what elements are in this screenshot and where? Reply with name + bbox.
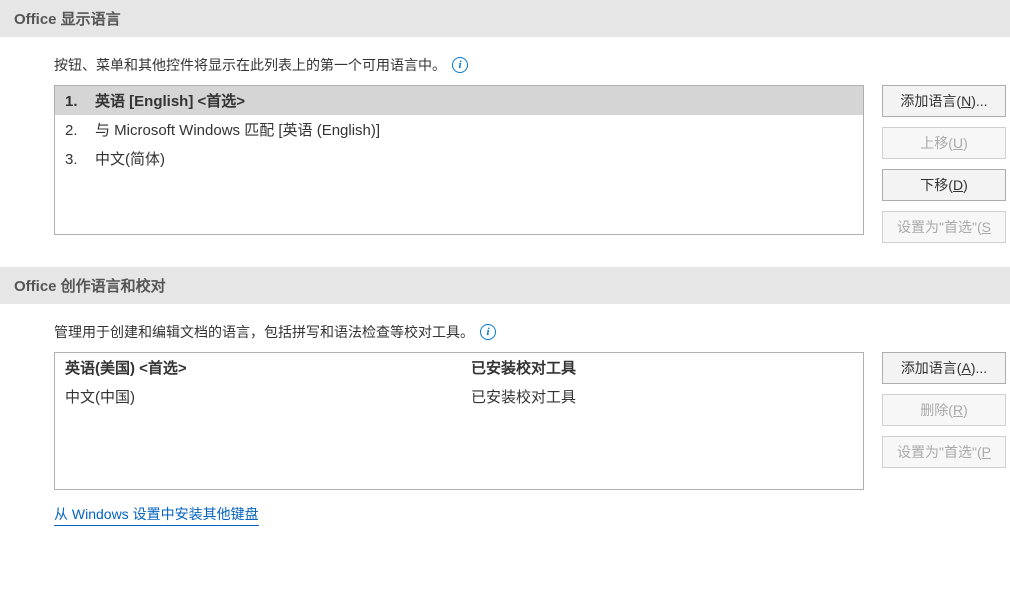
display-language-description: 按钮、菜单和其他控件将显示在此列表上的第一个可用语言中。 — [54, 55, 446, 75]
item-number: 3. — [65, 151, 95, 168]
list-item[interactable]: 1. 英语 [English] <首选> — [55, 86, 863, 115]
author-language-title: Office 创作语言和校对 — [14, 278, 166, 295]
item-status: 已安装校对工具 — [471, 386, 853, 407]
display-language-listbox[interactable]: 1. 英语 [English] <首选> 2. 与 Microsoft Wind… — [54, 85, 864, 235]
info-icon[interactable]: i — [480, 324, 496, 340]
remove-button: 删除(R) — [882, 394, 1006, 426]
list-item[interactable]: 3. 中文(简体) — [55, 144, 863, 173]
author-language-body: 管理用于创建和编辑文档的语言，包括拼写和语法检查等校对工具。 i 英语(美国) … — [0, 322, 1010, 550]
add-author-language-button[interactable]: 添加语言(A)... — [882, 352, 1006, 384]
item-number: 2. — [65, 122, 95, 139]
author-language-listbox[interactable]: 英语(美国) <首选> 已安装校对工具 中文(中国) 已安装校对工具 — [54, 352, 864, 490]
item-label: 与 Microsoft Windows 匹配 [英语 (English)] — [95, 119, 853, 140]
display-language-content: 1. 英语 [English] <首选> 2. 与 Microsoft Wind… — [54, 85, 1010, 243]
display-language-body: 按钮、菜单和其他控件将显示在此列表上的第一个可用语言中。 i 1. 英语 [En… — [0, 55, 1010, 267]
info-icon[interactable]: i — [452, 57, 468, 73]
item-lang: 英语(美国) <首选> — [65, 357, 471, 378]
author-language-description: 管理用于创建和编辑文档的语言，包括拼写和语法检查等校对工具。 — [54, 322, 474, 342]
set-preferred-button: 设置为"首选"(S — [882, 211, 1006, 243]
display-language-header: Office 显示语言 — [0, 0, 1010, 37]
author-language-buttons: 添加语言(A)... 删除(R) 设置为"首选"(P — [882, 352, 1006, 468]
item-label: 英语 [English] <首选> — [95, 90, 853, 111]
list-item[interactable]: 英语(美国) <首选> 已安装校对工具 — [55, 353, 863, 382]
display-language-description-row: 按钮、菜单和其他控件将显示在此列表上的第一个可用语言中。 i — [54, 55, 1010, 75]
list-item[interactable]: 2. 与 Microsoft Windows 匹配 [英语 (English)] — [55, 115, 863, 144]
author-language-description-row: 管理用于创建和编辑文档的语言，包括拼写和语法检查等校对工具。 i — [54, 322, 1010, 342]
display-language-title: Office 显示语言 — [14, 11, 121, 28]
author-language-header: Office 创作语言和校对 — [0, 267, 1010, 304]
item-label: 中文(简体) — [95, 148, 853, 169]
author-language-content: 英语(美国) <首选> 已安装校对工具 中文(中国) 已安装校对工具 添加语言(… — [54, 352, 1010, 490]
item-status: 已安装校对工具 — [471, 357, 853, 378]
set-author-preferred-button: 设置为"首选"(P — [882, 436, 1006, 468]
add-language-button[interactable]: 添加语言(N)... — [882, 85, 1006, 117]
display-language-buttons: 添加语言(N)... 上移(U) 下移(D) 设置为"首选"(S — [882, 85, 1006, 243]
move-down-button[interactable]: 下移(D) — [882, 169, 1006, 201]
item-lang: 中文(中国) — [65, 386, 471, 407]
move-up-button: 上移(U) — [882, 127, 1006, 159]
install-keyboard-link[interactable]: 从 Windows 设置中安装其他键盘 — [54, 504, 259, 526]
list-item[interactable]: 中文(中国) 已安装校对工具 — [55, 382, 863, 411]
item-number: 1. — [65, 93, 95, 110]
